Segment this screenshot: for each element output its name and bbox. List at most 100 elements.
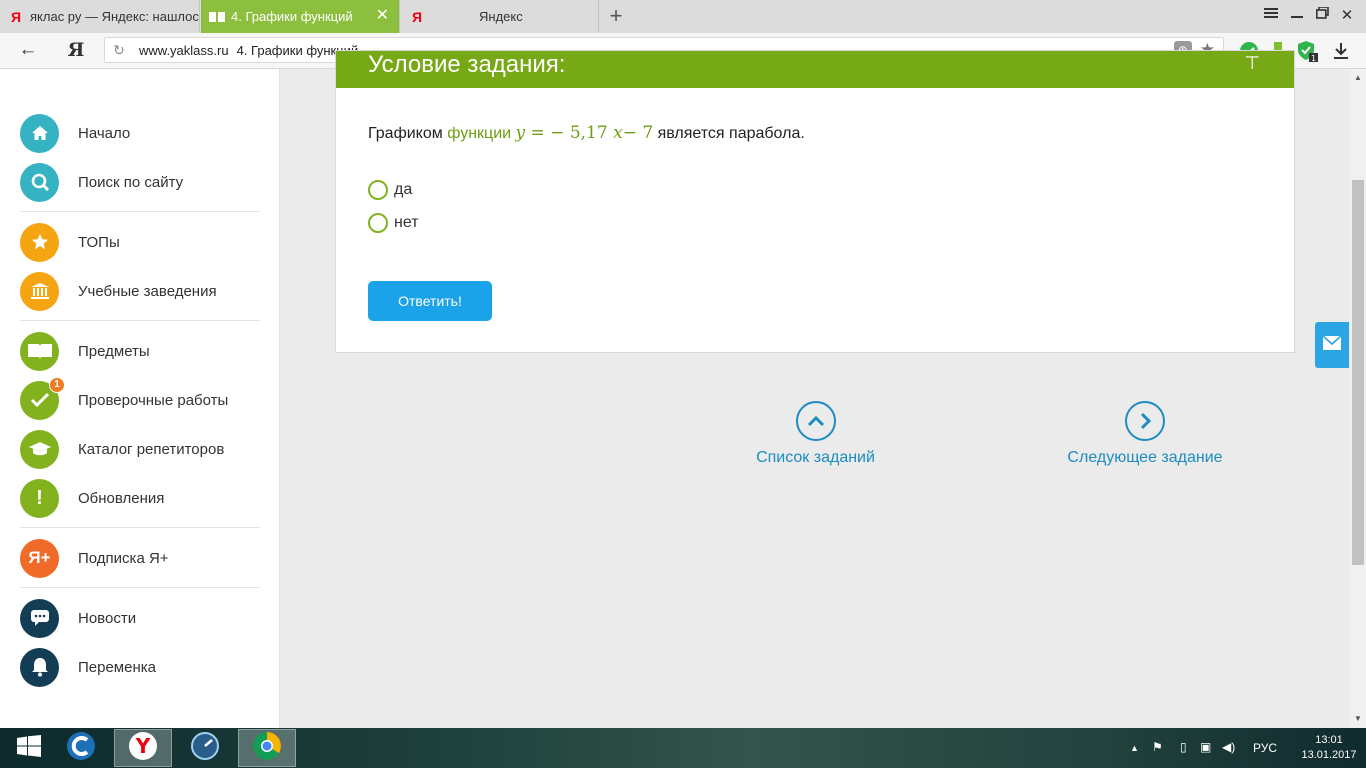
- taskbar-app-yandex-browser[interactable]: Y: [114, 729, 172, 767]
- sidebar-item-home[interactable]: Начало: [20, 113, 130, 153]
- restore-icon[interactable]: [1312, 6, 1332, 23]
- sidebar-item-label: Предметы: [78, 342, 150, 360]
- battery-icon[interactable]: ▯: [1180, 740, 1187, 754]
- sidebar-divider: [20, 587, 260, 588]
- tab-graphics-functions[interactable]: 4. Графики функций ✕: [201, 0, 400, 33]
- tab-yandex[interactable]: Я Яндекс: [401, 0, 599, 33]
- envelope-icon: [1322, 334, 1342, 355]
- taskbar-app-chrome[interactable]: [238, 729, 296, 767]
- radio-button[interactable]: [368, 180, 388, 200]
- sidebar-item-break[interactable]: Переменка: [20, 647, 156, 687]
- option-label: да: [394, 181, 413, 198]
- tab-strip: Я яклас ру — Яндекс: нашлос 4. Графики ф…: [0, 0, 1366, 33]
- submit-answer-button[interactable]: Ответить!: [368, 281, 492, 321]
- sidebar-item-tutors[interactable]: Каталог репетиторов: [20, 429, 224, 469]
- sidebar-item-label: Поиск по сайту: [78, 173, 184, 191]
- yandex-browser-icon: Y: [128, 731, 158, 766]
- address-domain: www.yaklass.ru: [139, 42, 229, 58]
- downloads-icon[interactable]: [1330, 40, 1352, 62]
- windows-logo-icon: [17, 734, 41, 762]
- chrome-icon: [252, 731, 282, 766]
- ya-plus-icon: Я+: [20, 538, 59, 578]
- question-prefix: Графиком: [368, 125, 443, 142]
- task-list-label: Список заданий: [756, 449, 875, 466]
- minimize-icon[interactable]: [1287, 6, 1307, 23]
- clock-date: 13.01.2017: [1301, 749, 1357, 761]
- windows-taskbar: Y ▲ ⚑ ▯ ▣ ◀) РУС 13:01 13.01.2017: [0, 728, 1366, 768]
- yandex-button[interactable]: Я: [64, 39, 88, 61]
- chevron-up-icon: [795, 401, 836, 441]
- shield-extension-icon[interactable]: 1: [1296, 40, 1318, 62]
- feedback-mail-button[interactable]: [1315, 322, 1349, 368]
- sidebar-item-label: Проверочные работы: [78, 391, 229, 409]
- page-scrollbar[interactable]: ▲ ▼: [1350, 69, 1366, 728]
- next-task-link[interactable]: Следующее задание: [1062, 401, 1228, 467]
- chat-bubble-icon: [20, 598, 59, 638]
- graduation-cap-icon: [20, 429, 59, 469]
- network-icon[interactable]: ▣: [1200, 740, 1211, 754]
- formula-x: x: [613, 123, 623, 143]
- formula-tail: − 7: [622, 123, 654, 143]
- next-task-label: Следующее задание: [1067, 449, 1223, 466]
- sidebar-item-search[interactable]: Поиск по сайту: [20, 162, 183, 202]
- language-indicator[interactable]: РУС: [1253, 741, 1277, 755]
- close-tab-icon[interactable]: ✕: [376, 8, 389, 24]
- sidebar-item-label: Подписка Я+: [78, 549, 169, 567]
- ccleaner-icon: [65, 730, 97, 767]
- svg-text:Y: Y: [135, 734, 151, 758]
- option-no[interactable]: нет: [368, 213, 419, 233]
- volume-icon[interactable]: ◀): [1222, 740, 1235, 754]
- star-icon: [20, 222, 59, 262]
- menu-icon[interactable]: [1261, 6, 1281, 23]
- task-header-title: Условие задания:: [368, 51, 566, 78]
- sidebar-item-tops[interactable]: ТОПы: [20, 222, 120, 262]
- taskbar-app-ccleaner[interactable]: [52, 729, 110, 767]
- clock-time: 13:01: [1315, 734, 1343, 746]
- scroll-down-arrow-icon[interactable]: ▼: [1350, 714, 1366, 723]
- book-icon: [209, 9, 225, 25]
- speedometer-icon: [190, 731, 220, 766]
- scroll-up-arrow-icon[interactable]: ▲: [1350, 73, 1366, 82]
- sidebar-item-label: Обновления: [78, 489, 165, 507]
- checkmark-icon: 1: [20, 376, 65, 420]
- formula-y: y: [515, 123, 526, 143]
- sidebar-item-label: Начало: [78, 124, 131, 142]
- flag-icon[interactable]: ⚑: [1152, 740, 1163, 754]
- back-arrow-icon[interactable]: ←: [16, 39, 40, 61]
- task-card: Условие задания: ⊤ Графиком функции y = …: [335, 50, 1295, 353]
- school-building-icon: [20, 271, 59, 311]
- option-yes[interactable]: да: [368, 180, 412, 200]
- start-button[interactable]: [0, 729, 58, 767]
- plus-icon[interactable]: +: [606, 5, 626, 27]
- header-corner-icon: ⊤: [1244, 53, 1260, 73]
- radio-button[interactable]: [368, 213, 388, 233]
- sidebar-item-news[interactable]: Новости: [20, 598, 136, 638]
- task-list-link[interactable]: Список заданий: [748, 401, 883, 467]
- sidebar: Начало Поиск по сайту ТОПы Учебные завед…: [0, 69, 280, 728]
- home-icon: [20, 113, 59, 153]
- tab-title: яклас ру — Яндекс: нашлос: [30, 9, 199, 24]
- task-header: Условие задания: ⊤: [336, 51, 1294, 88]
- scrollbar-thumb[interactable]: [1352, 180, 1364, 565]
- question-suffix: является парабола.: [657, 125, 805, 142]
- show-hidden-icons-icon[interactable]: ▲: [1130, 743, 1139, 753]
- tab-yaklass-search[interactable]: Я яклас ру — Яндекс: нашлос: [0, 0, 200, 33]
- formula-eq: = − 5,17: [525, 123, 614, 143]
- tab-title: 4. Графики функций: [231, 9, 353, 24]
- sidebar-divider: [20, 211, 260, 212]
- taskbar-app-speedometer[interactable]: [176, 729, 234, 767]
- sidebar-item-tests[interactable]: 1 Проверочные работы: [20, 376, 229, 420]
- reload-icon[interactable]: ↻: [105, 42, 133, 59]
- sidebar-item-subscription[interactable]: Я+ Подписка Я+: [20, 538, 169, 578]
- function-term-link[interactable]: функции: [447, 125, 511, 142]
- system-clock[interactable]: 13:01 13.01.2017: [1296, 733, 1362, 763]
- close-window-icon[interactable]: ✕: [1337, 6, 1357, 24]
- sidebar-item-updates[interactable]: ! Обновления: [20, 478, 164, 518]
- sidebar-item-label: Новости: [78, 609, 137, 627]
- question-text: Графиком функции y = − 5,17 x− 7 являетс…: [368, 123, 805, 143]
- sidebar-item-label: Переменка: [78, 658, 156, 676]
- sidebar-item-subjects[interactable]: Предметы: [20, 331, 150, 371]
- sidebar-item-schools[interactable]: Учебные заведения: [20, 271, 217, 311]
- sidebar-item-label: Учебные заведения: [78, 282, 217, 300]
- sidebar-divider: [20, 320, 260, 321]
